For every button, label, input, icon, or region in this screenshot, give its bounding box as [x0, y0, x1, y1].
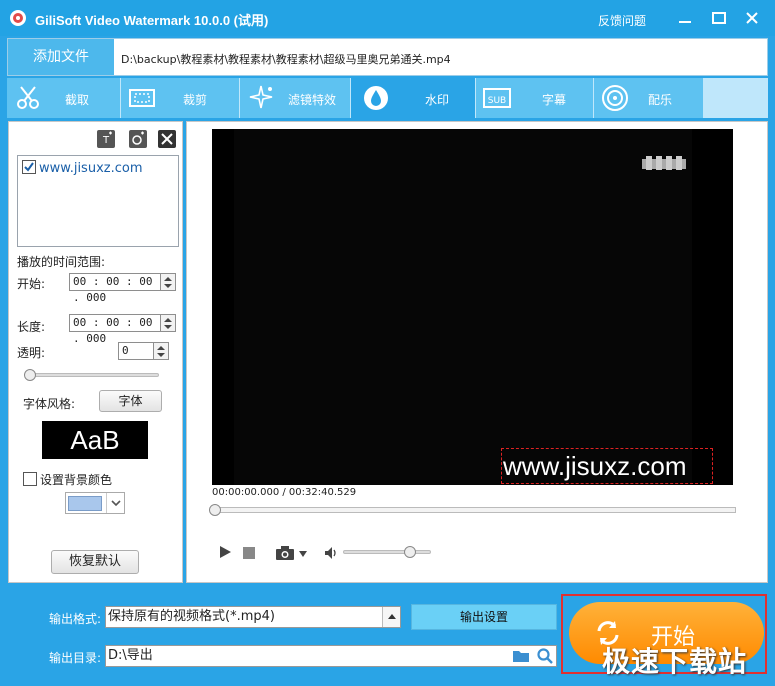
watermark-overlay[interactable]: www.jisuxz.com — [501, 448, 713, 484]
output-dir-field[interactable]: D:\导出 — [105, 645, 557, 667]
volume-slider-thumb[interactable] — [404, 546, 416, 558]
list-item[interactable]: www.jisuxz.com — [22, 160, 143, 176]
app-logo-icon — [9, 9, 27, 27]
chevron-down-icon — [106, 493, 124, 513]
timecode: 00:00:00.000 / 00:32:40.529 — [212, 487, 357, 498]
tab-subtitle[interactable]: SUB 字幕 — [476, 78, 593, 118]
opacity-label: 透明: — [17, 346, 46, 360]
font-button[interactable]: 字体 — [99, 390, 162, 412]
bg-color-picker[interactable] — [65, 492, 125, 514]
tab-filters[interactable]: 滤镜特效 — [240, 78, 350, 118]
opacity-slider-thumb[interactable] — [24, 369, 36, 381]
volume-slider-track[interactable] — [343, 550, 431, 554]
minimize-icon[interactable] — [676, 9, 694, 27]
delete-watermark-icon[interactable] — [158, 130, 176, 148]
title-bar: GiliSoft Video Watermark 10.0.0 (试用) 反馈问… — [0, 0, 775, 36]
reset-defaults-button[interactable]: 恢复默认 — [51, 550, 139, 574]
tab-label: 截取 — [65, 93, 90, 107]
start-time-field[interactable]: 00 : 00 : 00 . 000 — [69, 273, 161, 304]
svg-text:T: T — [102, 135, 110, 146]
add-text-watermark-icon[interactable]: T — [97, 130, 115, 148]
folder-icon[interactable] — [512, 648, 530, 671]
stop-icon[interactable] — [242, 546, 256, 563]
watermark-settings-panel: T www.jisuxz.com 播放的时间范围: 开始: 00 : 00 : … — [8, 121, 183, 583]
format-label: 输出格式: — [49, 612, 102, 626]
tab-watermark[interactable]: 水印 — [351, 78, 475, 118]
camera-icon[interactable] — [275, 545, 295, 564]
tab-music[interactable]: 配乐 — [594, 78, 703, 118]
feedback-link[interactable]: 反馈问题 — [598, 12, 646, 29]
dir-label: 输出目录: — [49, 651, 102, 665]
opacity-stepper[interactable] — [153, 342, 169, 360]
bg-color-option[interactable]: 设置背景颜色 — [23, 471, 112, 488]
preview-panel: www.jisuxz.com 00:00:00.000 / 00:32:40.5… — [186, 121, 768, 583]
subtitle-icon: SUB — [482, 83, 512, 113]
tab-crop[interactable]: 裁剪 — [121, 78, 239, 118]
chevron-up-icon — [382, 607, 400, 627]
list-item-label: www.jisuxz.com — [39, 161, 143, 176]
maximize-icon[interactable] — [710, 9, 728, 27]
font-preview: AaB — [42, 421, 148, 459]
seek-bar[interactable] — [212, 507, 736, 513]
snapshot-dropdown-icon[interactable] — [298, 548, 308, 562]
length-label: 长度: — [17, 320, 46, 334]
feature-tabs: 截取 裁剪 滤镜特效 水印 SUB 字幕 配乐 — [7, 78, 768, 118]
tab-label: 水印 — [425, 93, 450, 107]
tab-trim[interactable]: 截取 — [7, 78, 120, 118]
format-value: 保持原有的视频格式(*.mp4) — [108, 609, 275, 624]
close-icon[interactable] — [743, 9, 761, 27]
color-swatch — [68, 496, 102, 511]
opacity-slider-track[interactable] — [25, 373, 159, 377]
dir-value: D:\导出 — [108, 648, 153, 663]
site-watermark-logo: 极速下载站 — [602, 645, 748, 678]
game-logo-image — [640, 153, 688, 173]
font-style-label: 字体风格: — [23, 397, 76, 411]
tab-label: 裁剪 — [183, 93, 208, 107]
tab-label: 配乐 — [648, 93, 673, 107]
start-label: 开始: — [17, 277, 46, 291]
sparkle-icon — [246, 83, 276, 113]
svg-text:SUB: SUB — [488, 96, 506, 106]
add-file-button[interactable]: 添加文件 — [8, 39, 114, 75]
opacity-field[interactable]: 0 — [118, 342, 154, 360]
time-range-label: 播放的时间范围: — [17, 255, 106, 269]
window-title: GiliSoft Video Watermark 10.0.0 (试用) — [35, 13, 269, 28]
crop-icon — [127, 83, 157, 113]
scissors-icon — [13, 83, 43, 113]
play-icon[interactable] — [217, 544, 233, 563]
music-icon — [600, 83, 630, 113]
add-image-watermark-icon[interactable] — [129, 130, 147, 148]
volume-icon[interactable] — [323, 545, 339, 564]
drop-icon — [361, 83, 391, 113]
length-time-stepper[interactable] — [160, 314, 176, 332]
bg-color-label: 设置背景颜色 — [40, 473, 113, 487]
checkbox-icon[interactable] — [23, 472, 37, 486]
checkbox-checked-icon[interactable] — [22, 160, 36, 174]
watermark-list: www.jisuxz.com — [17, 155, 179, 247]
search-icon[interactable] — [536, 647, 554, 672]
file-bar: 添加文件 D:\backup\教程素材\教程素材\教程素材\超级马里奥兄弟通关.… — [7, 38, 768, 76]
output-format-select[interactable]: 保持原有的视频格式(*.mp4) — [105, 606, 401, 628]
tab-label: 字幕 — [542, 93, 567, 107]
start-time-stepper[interactable] — [160, 273, 176, 291]
length-time-field[interactable]: 00 : 00 : 00 . 000 — [69, 314, 161, 345]
video-preview[interactable]: www.jisuxz.com — [212, 129, 733, 485]
file-path: D:\backup\教程素材\教程素材\教程素材\超级马里奥兄弟通关.mp4 — [121, 53, 451, 66]
seek-thumb[interactable] — [209, 504, 221, 516]
output-settings-button[interactable]: 输出设置 — [411, 604, 557, 630]
tab-label: 滤镜特效 — [288, 93, 337, 107]
